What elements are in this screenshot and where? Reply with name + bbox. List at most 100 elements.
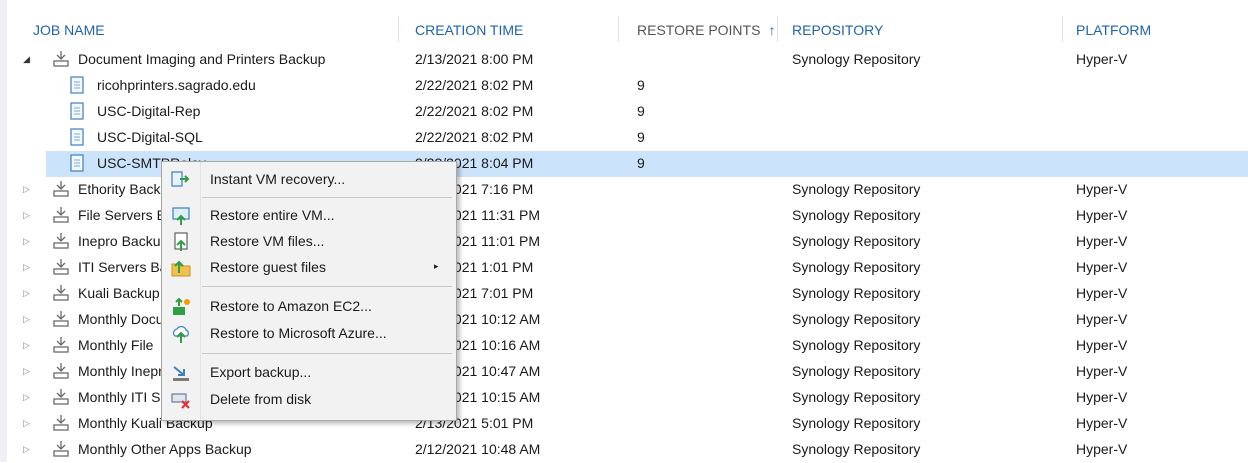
column-header-restore-points[interactable]: RESTORE POINTS ↑ [637, 22, 775, 38]
expand-arrow-icon[interactable]: ▷ [23, 417, 33, 429]
repository: Synology Repository [792, 337, 921, 353]
grid-header: JOB NAME CREATION TIME RESTORE POINTS ↑ R… [0, 0, 1248, 42]
vm-document-icon [70, 76, 84, 94]
repository: Synology Repository [792, 415, 921, 431]
expand-arrow-icon[interactable]: ▷ [23, 365, 33, 377]
backup-job-icon [53, 441, 69, 457]
creation-time: 2/22/2021 8:02 PM [415, 103, 534, 119]
platform: Hyper-V [1076, 285, 1128, 301]
repository: Synology Repository [792, 181, 921, 197]
backup-job-icon [53, 259, 69, 275]
platform: Hyper-V [1076, 311, 1128, 327]
platform: Hyper-V [1076, 415, 1128, 431]
table-row[interactable]: ◢ Document Imaging and Printers Backup 2… [0, 47, 1248, 73]
expand-arrow-icon[interactable]: ▷ [23, 209, 33, 221]
menu-item-restore-entire-vm[interactable]: Restore entire VM... [162, 203, 456, 229]
expand-arrow-icon[interactable]: ▷ [23, 183, 33, 195]
column-header-repository[interactable]: REPOSITORY [792, 22, 883, 38]
column-header-job-name[interactable]: JOB NAME [33, 22, 105, 38]
expand-arrow-icon[interactable]: ▷ [23, 391, 33, 403]
repository: Synology Repository [792, 207, 921, 223]
platform: Hyper-V [1076, 207, 1128, 223]
expand-arrow-icon[interactable]: ▷ [23, 339, 33, 351]
restore-guest-files-icon [171, 260, 191, 277]
menu-item-restore-to-microsoft-azure[interactable]: Restore to Microsoft Azure... [162, 321, 456, 347]
backup-job-icon [53, 363, 69, 379]
repository: Synology Repository [792, 51, 921, 67]
expand-arrow-icon[interactable]: ▷ [23, 313, 33, 325]
menu-item-label: Restore entire VM... [210, 207, 335, 223]
column-header-restore-points-label: RESTORE POINTS [637, 22, 761, 38]
backup-job-icon [53, 51, 69, 67]
restore-files-icon [174, 232, 188, 251]
vm-name: USC-Digital-Rep [97, 103, 201, 119]
backup-job-icon [53, 311, 69, 327]
menu-item-restore-to-amazon-ec2[interactable]: Restore to Amazon EC2... [162, 294, 456, 320]
platform: Hyper-V [1076, 233, 1128, 249]
creation-time: 2/22/2021 8:02 PM [415, 77, 534, 93]
export-backup-icon [173, 366, 189, 381]
vm-document-icon [70, 128, 84, 146]
platform: Hyper-V [1076, 259, 1128, 275]
column-divider[interactable] [398, 16, 399, 42]
repository: Synology Repository [792, 233, 921, 249]
table-row[interactable]: USC-Digital-SQL 2/22/2021 8:02 PM 9 [0, 125, 1248, 151]
platform: Hyper-V [1076, 337, 1128, 353]
table-row[interactable]: USC-Digital-Rep 2/22/2021 8:02 PM 9 [0, 99, 1248, 125]
vm-name: ricohprinters.sagrado.edu [97, 77, 256, 93]
creation-time: 2/12/2021 10:48 AM [415, 441, 541, 457]
repository: Synology Repository [792, 311, 921, 327]
submenu-arrow-icon: ▸ [434, 261, 439, 271]
table-row[interactable]: ricohprinters.sagrado.edu 2/22/2021 8:02… [0, 73, 1248, 99]
menu-item-instant-vm-recovery[interactable]: Instant VM recovery... [162, 167, 456, 193]
delete-from-disk-icon [171, 393, 190, 409]
restore-points: 9 [637, 129, 645, 145]
context-menu: Instant VM recovery... Restore entire VM… [161, 161, 457, 421]
column-divider[interactable] [618, 16, 619, 42]
menu-item-label: Restore to Microsoft Azure... [210, 325, 387, 341]
vm-name: USC-Digital-SQL [97, 129, 203, 145]
menu-item-restore-guest-files[interactable]: Restore guest files ▸ [162, 255, 456, 281]
platform: Hyper-V [1076, 389, 1128, 405]
menu-item-label: Export backup... [210, 364, 312, 380]
restore-points: 9 [637, 103, 645, 119]
column-header-creation-time[interactable]: CREATION TIME [415, 22, 523, 38]
amazon-ec2-icon [173, 297, 190, 315]
expand-arrow-icon[interactable]: ▷ [23, 235, 33, 247]
backup-job-icon [53, 181, 69, 197]
menu-item-label: Restore to Amazon EC2... [210, 298, 372, 314]
vm-document-icon [70, 102, 84, 120]
backup-job-icon [53, 233, 69, 249]
creation-time: 2/22/2021 8:02 PM [415, 129, 534, 145]
menu-separator [202, 197, 452, 198]
menu-item-restore-vm-files[interactable]: Restore VM files... [162, 229, 456, 255]
menu-item-delete-from-disk[interactable]: Delete from disk [162, 387, 456, 413]
expand-arrow-icon[interactable]: ▷ [23, 287, 33, 299]
column-header-platform[interactable]: PLATFORM [1076, 22, 1151, 38]
restore-vm-icon [172, 207, 190, 225]
microsoft-azure-icon [173, 326, 189, 343]
menu-item-export-backup[interactable]: Export backup... [162, 360, 456, 386]
backup-job-icon [53, 285, 69, 301]
menu-separator [202, 286, 452, 287]
repository: Synology Repository [792, 441, 921, 457]
platform: Hyper-V [1076, 181, 1128, 197]
job-name: Kuali Backup [78, 285, 160, 301]
creation-time: 2/13/2021 8:00 PM [415, 51, 534, 67]
backup-job-icon [53, 389, 69, 405]
backup-job-icon [53, 415, 69, 431]
menu-separator [202, 353, 452, 354]
collapse-arrow-icon[interactable]: ◢ [23, 53, 33, 65]
expand-arrow-icon[interactable]: ▷ [23, 443, 33, 455]
column-divider[interactable] [1062, 16, 1063, 42]
table-row[interactable]: ▷ Monthly Other Apps Backup 2/12/2021 10… [0, 437, 1248, 463]
expand-arrow-icon[interactable]: ▷ [23, 261, 33, 273]
platform: Hyper-V [1076, 51, 1128, 67]
column-divider[interactable] [777, 16, 778, 42]
backup-job-icon [53, 337, 69, 353]
menu-item-label: Restore VM files... [210, 233, 325, 249]
job-name: Inepro Backup [78, 233, 169, 249]
menu-item-label: Restore guest files [210, 259, 326, 275]
job-name: Monthly Inepro [78, 363, 171, 379]
repository: Synology Repository [792, 389, 921, 405]
